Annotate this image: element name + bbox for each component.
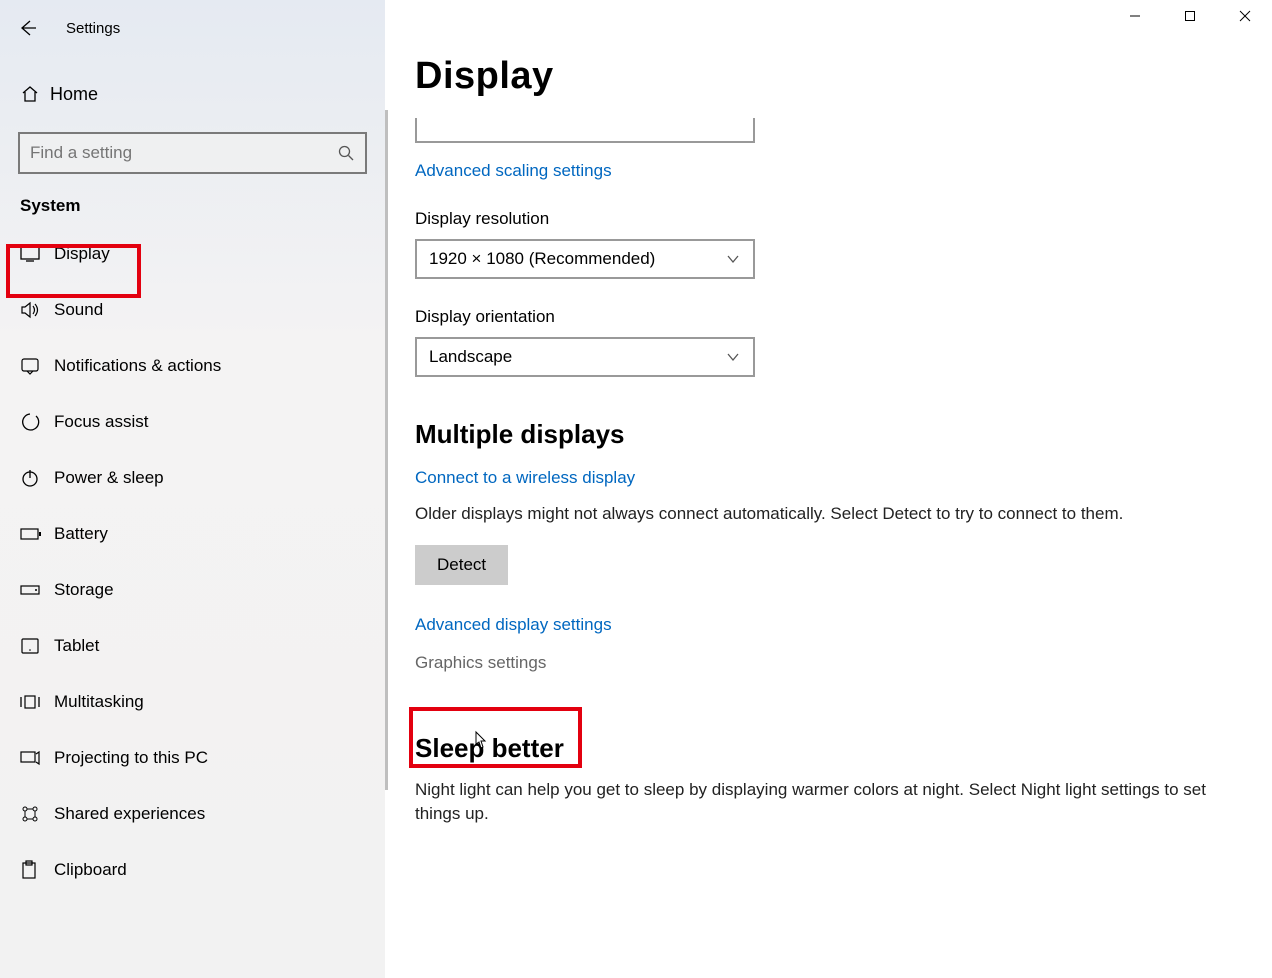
sidebar-item-label: Clipboard — [54, 860, 127, 880]
back-button[interactable] — [18, 19, 38, 37]
notifications-icon — [20, 357, 54, 375]
sidebar-home-label: Home — [50, 84, 98, 105]
sidebar-item-label: Shared experiences — [54, 804, 205, 824]
storage-icon — [20, 583, 54, 597]
older-displays-text: Older displays might not always connect … — [415, 502, 1215, 527]
resolution-value: 1920 × 1080 (Recommended) — [429, 249, 655, 269]
sidebar-item-label: Focus assist — [54, 412, 148, 432]
sidebar-item-label: Display — [54, 244, 110, 264]
sidebar-item-sound[interactable]: Sound — [0, 282, 385, 338]
graphics-settings-link[interactable]: Graphics settings — [415, 653, 546, 673]
projecting-icon — [20, 750, 54, 766]
sidebar-item-multitasking[interactable]: Multitasking — [0, 674, 385, 730]
chevron-down-icon — [725, 251, 741, 267]
main-content: Display 125% (Recommended) Advanced scal… — [385, 0, 1272, 978]
search-box[interactable] — [18, 132, 367, 174]
titlebar: Settings — [0, 8, 385, 48]
sidebar: Settings Home System Display Sound Notif… — [0, 0, 385, 978]
orientation-dropdown[interactable]: Landscape — [415, 337, 755, 377]
sidebar-item-label: Sound — [54, 300, 103, 320]
sidebar-item-label: Tablet — [54, 636, 99, 656]
sidebar-item-display[interactable]: Display — [0, 226, 385, 282]
window-title: Settings — [66, 20, 120, 37]
advanced-scaling-link[interactable]: Advanced scaling settings — [415, 161, 612, 181]
clipboard-icon — [20, 860, 54, 880]
sidebar-item-projecting[interactable]: Projecting to this PC — [0, 730, 385, 786]
power-icon — [20, 468, 54, 488]
home-icon — [20, 84, 50, 104]
sleep-better-text: Night light can help you get to sleep by… — [415, 778, 1215, 827]
focus-assist-icon — [20, 412, 54, 432]
multiple-displays-heading: Multiple displays — [415, 419, 1242, 450]
sleep-better-heading: Sleep better — [415, 733, 1242, 764]
sound-icon — [20, 301, 54, 319]
shared-icon — [20, 804, 54, 824]
battery-icon — [20, 527, 54, 541]
search-icon — [337, 144, 355, 162]
sidebar-item-notifications[interactable]: Notifications & actions — [0, 338, 385, 394]
sidebar-item-label: Multitasking — [54, 692, 144, 712]
connect-wireless-link[interactable]: Connect to a wireless display — [415, 468, 635, 488]
sidebar-item-storage[interactable]: Storage — [0, 562, 385, 618]
orientation-value: Landscape — [429, 347, 512, 367]
scaling-dropdown[interactable]: 125% (Recommended) — [415, 118, 755, 143]
sidebar-item-shared-experiences[interactable]: Shared experiences — [0, 786, 385, 842]
detect-button[interactable]: Detect — [415, 545, 508, 585]
sidebar-home[interactable]: Home — [0, 66, 385, 122]
resolution-label: Display resolution — [415, 209, 1242, 229]
sidebar-item-battery[interactable]: Battery — [0, 506, 385, 562]
sidebar-item-label: Projecting to this PC — [54, 748, 208, 768]
tablet-icon — [20, 638, 54, 654]
advanced-display-link[interactable]: Advanced display settings — [415, 615, 612, 635]
sidebar-item-power-sleep[interactable]: Power & sleep — [0, 450, 385, 506]
orientation-label: Display orientation — [415, 307, 1242, 327]
chevron-down-icon — [725, 349, 741, 365]
multitasking-icon — [20, 694, 54, 710]
display-icon — [20, 246, 54, 262]
resolution-dropdown[interactable]: 1920 × 1080 (Recommended) — [415, 239, 755, 279]
sidebar-item-tablet[interactable]: Tablet — [0, 618, 385, 674]
sidebar-item-label: Notifications & actions — [54, 356, 221, 376]
sidebar-item-label: Battery — [54, 524, 108, 544]
page-title: Display — [415, 55, 1242, 98]
sidebar-item-label: Storage — [54, 580, 114, 600]
sidebar-item-focus-assist[interactable]: Focus assist — [0, 394, 385, 450]
sidebar-item-label: Power & sleep — [54, 468, 164, 488]
sidebar-item-clipboard[interactable]: Clipboard — [0, 842, 385, 898]
sidebar-section-label: System — [0, 174, 385, 226]
cursor-pointer-icon — [470, 730, 488, 754]
search-input[interactable] — [30, 143, 337, 163]
